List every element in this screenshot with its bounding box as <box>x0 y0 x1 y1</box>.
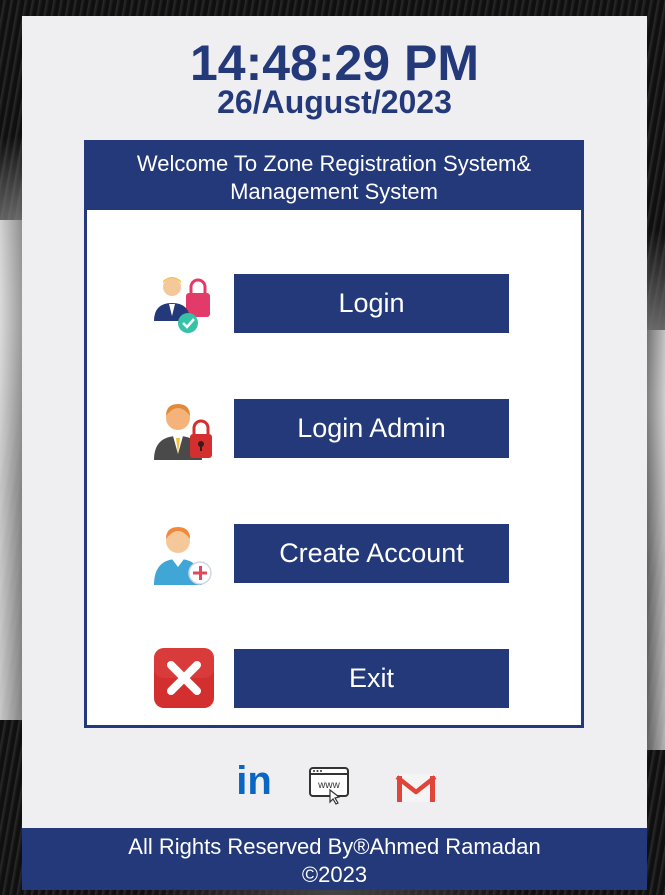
menu-box: Welcome To Zone Registration System& Man… <box>84 140 584 728</box>
close-icon[interactable] <box>152 646 216 710</box>
footer-line2: ©2023 <box>301 862 368 887</box>
login-button[interactable]: Login <box>234 274 509 333</box>
welcome-title: Welcome To Zone Registration System& Man… <box>87 143 581 210</box>
website-label: www <box>317 780 340 791</box>
gmail-icon[interactable] <box>394 766 438 810</box>
main-panel: 14:48:29 PM 26/August/2023 Welcome To Zo… <box>22 16 647 890</box>
clock-time: 14:48:29 PM <box>189 35 480 91</box>
linkedin-icon[interactable]: in <box>232 758 276 802</box>
linkedin-label: in <box>236 759 272 802</box>
welcome-title-line1: Welcome To Zone Registration System& <box>136 151 532 176</box>
exit-button[interactable]: Exit <box>234 649 509 708</box>
user-add-icon <box>154 527 212 585</box>
user-check-lock-icon <box>154 277 210 333</box>
create-account-button[interactable]: Create Account <box>234 524 509 583</box>
footer-line1: All Rights Reserved By®Ahmed Ramadan <box>128 834 541 859</box>
welcome-title-line2: Management System <box>230 179 438 204</box>
footer: All Rights Reserved By®Ahmed Ramadan ©20… <box>22 828 647 890</box>
website-icon[interactable]: www <box>308 762 352 806</box>
clock-date: 26/August/2023 <box>217 84 452 120</box>
admin-lock-icon <box>154 404 212 460</box>
login-admin-button[interactable]: Login Admin <box>234 399 509 458</box>
